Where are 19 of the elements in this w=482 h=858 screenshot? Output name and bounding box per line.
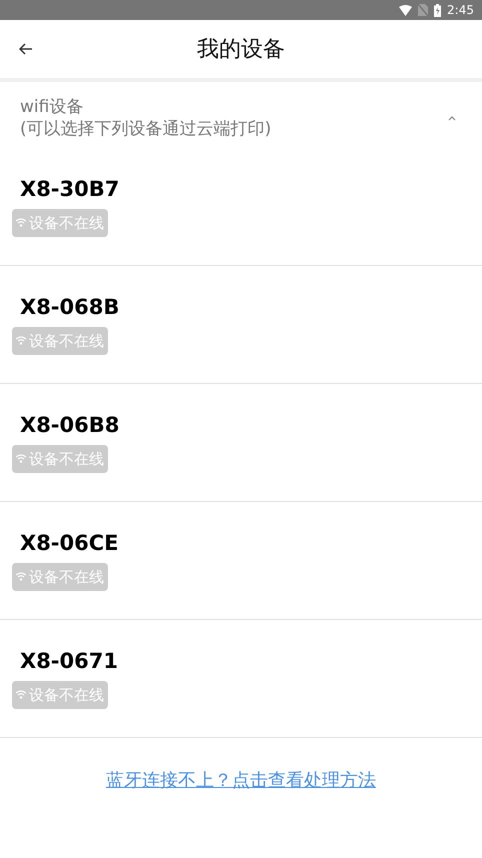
section-title: wifi设备 [20, 96, 84, 118]
wifi-icon [16, 690, 26, 699]
section-subtitle: (可以选择下列设备通过云端打印) [20, 118, 272, 140]
wifi-icon [16, 218, 26, 227]
wifi-icon [16, 572, 26, 581]
device-name: X8-06CE [20, 530, 120, 554]
back-arrow-icon [19, 43, 33, 55]
wifi-icon [16, 336, 26, 345]
no-sim-icon [418, 4, 428, 16]
page-title: 我的设备 [196, 36, 286, 64]
wifi-icon [399, 4, 412, 16]
status-time: 2:45 [447, 3, 474, 17]
battery-icon [434, 4, 442, 16]
device-name: X8-0671 [20, 648, 119, 672]
device-name: X8-06B8 [20, 412, 120, 436]
section-header[interactable]: wifi设备 (可以选择下列设备通过云端打印) [0, 82, 482, 148]
wifi-icon [16, 454, 26, 463]
device-name: X8-30B7 [20, 176, 120, 200]
device-name: X8-068B [20, 294, 120, 318]
